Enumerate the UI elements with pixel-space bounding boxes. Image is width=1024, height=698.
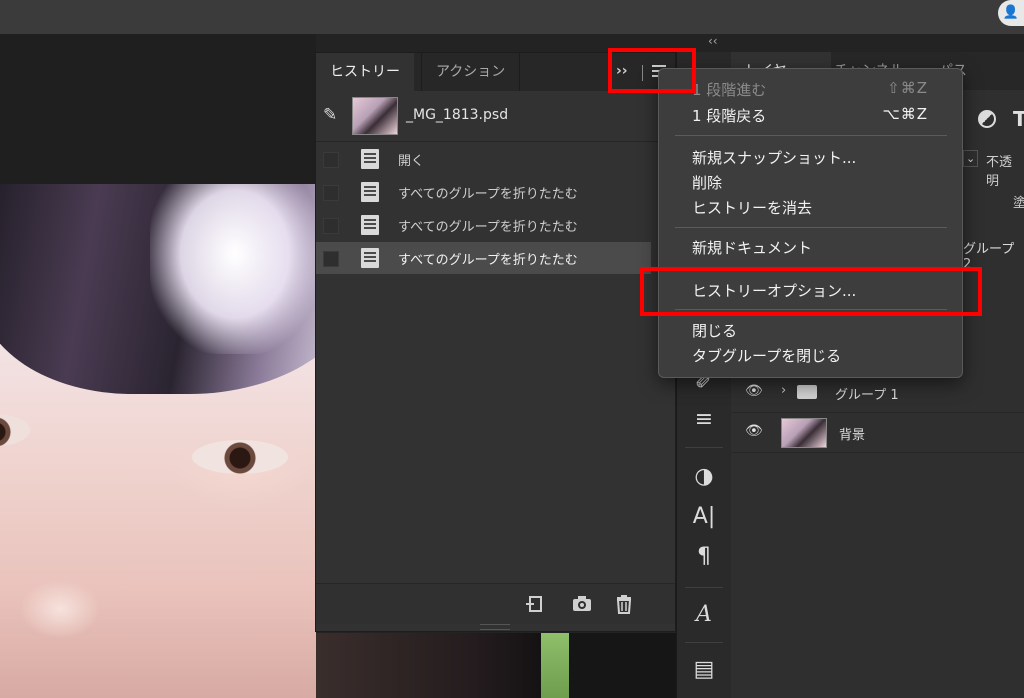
properties-panel-icon[interactable]: ▤ (677, 657, 731, 682)
panel-resize-grip[interactable] (480, 624, 510, 630)
history-state-label: すべてのグループを折りたたむ (398, 253, 578, 268)
menu-item-clear-history[interactable]: ヒストリーを消去 (692, 197, 812, 218)
menu-divider (675, 227, 947, 228)
history-state-row[interactable]: すべてのグループを折りたたむ (316, 209, 651, 241)
adjustments-icon[interactable]: ◑ (677, 464, 731, 489)
opacity-label: 不透明 (986, 155, 1013, 189)
photo-highlight (150, 184, 316, 354)
menu-item-delete[interactable]: 削除 (692, 172, 722, 193)
new-document-from-state-icon[interactable] (524, 593, 546, 615)
tab-history[interactable]: ヒストリー (316, 53, 414, 91)
history-state-row[interactable]: すべてのグループを折りたたむ (316, 176, 651, 208)
paragraph-panel-icon[interactable]: ¶ (677, 544, 731, 569)
photo-nose (20, 579, 100, 639)
menu-item-step-backward[interactable]: 1 段階戻る (692, 105, 766, 126)
divider (685, 642, 723, 643)
document-state-icon (361, 215, 379, 235)
history-panel-menu: 1 段階進む ⇧⌘Z 1 段階戻る ⌥⌘Z 新規スナップショット... 削除 ヒ… (658, 68, 963, 378)
history-state-row-selected[interactable]: すべてのグループを折りたたむ (316, 242, 651, 274)
shortcut-step-backward: ⌥⌘Z (882, 105, 928, 123)
divider (685, 447, 723, 448)
blend-mode-dropdown[interactable]: ⌄ (963, 150, 979, 167)
document-state-icon (361, 182, 379, 202)
portrait-photo (0, 184, 316, 698)
document-canvas[interactable] (0, 34, 316, 698)
history-brush-checkbox[interactable] (323, 251, 339, 267)
history-state-label: すべてのグループを折りたたむ (398, 187, 578, 202)
eye-icon[interactable]: 👁 (745, 383, 763, 399)
tab-actions[interactable]: アクション (421, 53, 521, 91)
history-list: 開く すべてのグループを折りたたむ すべてのグループを折りたたむ すべてのグルー… (316, 143, 651, 583)
history-panel: ヒストリー アクション ›› ✎ _MG_1813.psd 開く すべてのグルー… (315, 52, 676, 632)
trash-icon[interactable] (613, 593, 635, 615)
character-panel-icon[interactable]: A| (677, 504, 731, 529)
history-state-label: 開く (398, 154, 425, 169)
menu-item-close-tab-group[interactable]: タブグループを閉じる (692, 345, 841, 366)
menu-divider (675, 135, 947, 136)
folder-icon (797, 385, 817, 399)
document-state-icon (361, 149, 379, 169)
photo-hair-strip (316, 633, 541, 698)
layer-name: グループ 1 (835, 388, 899, 403)
chevron-right-icon[interactable]: › (781, 383, 786, 398)
layer-row[interactable]: 👁 背景 (731, 412, 1024, 453)
collapse-panels-button[interactable]: ‹‹ (708, 34, 718, 48)
history-brush-checkbox[interactable] (323, 152, 339, 168)
history-state-row[interactable]: 開く (316, 143, 651, 175)
divider (685, 587, 723, 588)
filter-adjustment-icon[interactable] (978, 110, 996, 128)
history-state-label: すべてのグループを折りたたむ (398, 220, 578, 235)
user-account-icon[interactable]: 👤 (998, 0, 1024, 26)
history-panel-footer (316, 583, 675, 624)
photo-green-strip (541, 633, 569, 698)
snapshot-name: _MG_1813.psd (406, 107, 509, 123)
camera-icon[interactable] (571, 593, 593, 615)
menu-item-step-forward[interactable]: 1 段階進む (692, 79, 766, 100)
filter-type-icon[interactable]: T (1013, 107, 1024, 131)
history-brush-checkbox[interactable] (323, 185, 339, 201)
fill-label: 塗 (1013, 196, 1024, 211)
photo-eye (192, 440, 288, 474)
menu-item-new-snapshot[interactable]: 新規スナップショット... (692, 147, 856, 168)
menu-item-new-document[interactable]: 新規ドキュメント (692, 237, 812, 258)
highlight-box-panel-menu (608, 48, 696, 93)
highlight-box-history-options (640, 267, 982, 316)
glyphs-panel-icon[interactable]: A (677, 602, 731, 627)
document-state-icon (361, 248, 379, 268)
photo-eye (0, 414, 30, 446)
eye-icon[interactable]: 👁 (745, 423, 763, 439)
layer-name: 背景 (839, 428, 866, 443)
layer-thumbnail (781, 418, 827, 448)
layer-row[interactable]: 👁 › グループ 1 (731, 372, 1024, 413)
menu-item-close[interactable]: 閉じる (692, 320, 737, 341)
snapshot-thumbnail (352, 97, 398, 135)
history-brush-checkbox[interactable] (323, 218, 339, 234)
history-snapshot-row[interactable]: ✎ _MG_1813.psd (316, 91, 675, 142)
shortcut-step-forward: ⇧⌘Z (887, 79, 928, 97)
app-top-bar: 👤 (0, 0, 1024, 34)
adjustment-sliders-icon[interactable]: ≡ (677, 407, 731, 432)
history-brush-source-icon[interactable]: ✎ (323, 105, 337, 125)
